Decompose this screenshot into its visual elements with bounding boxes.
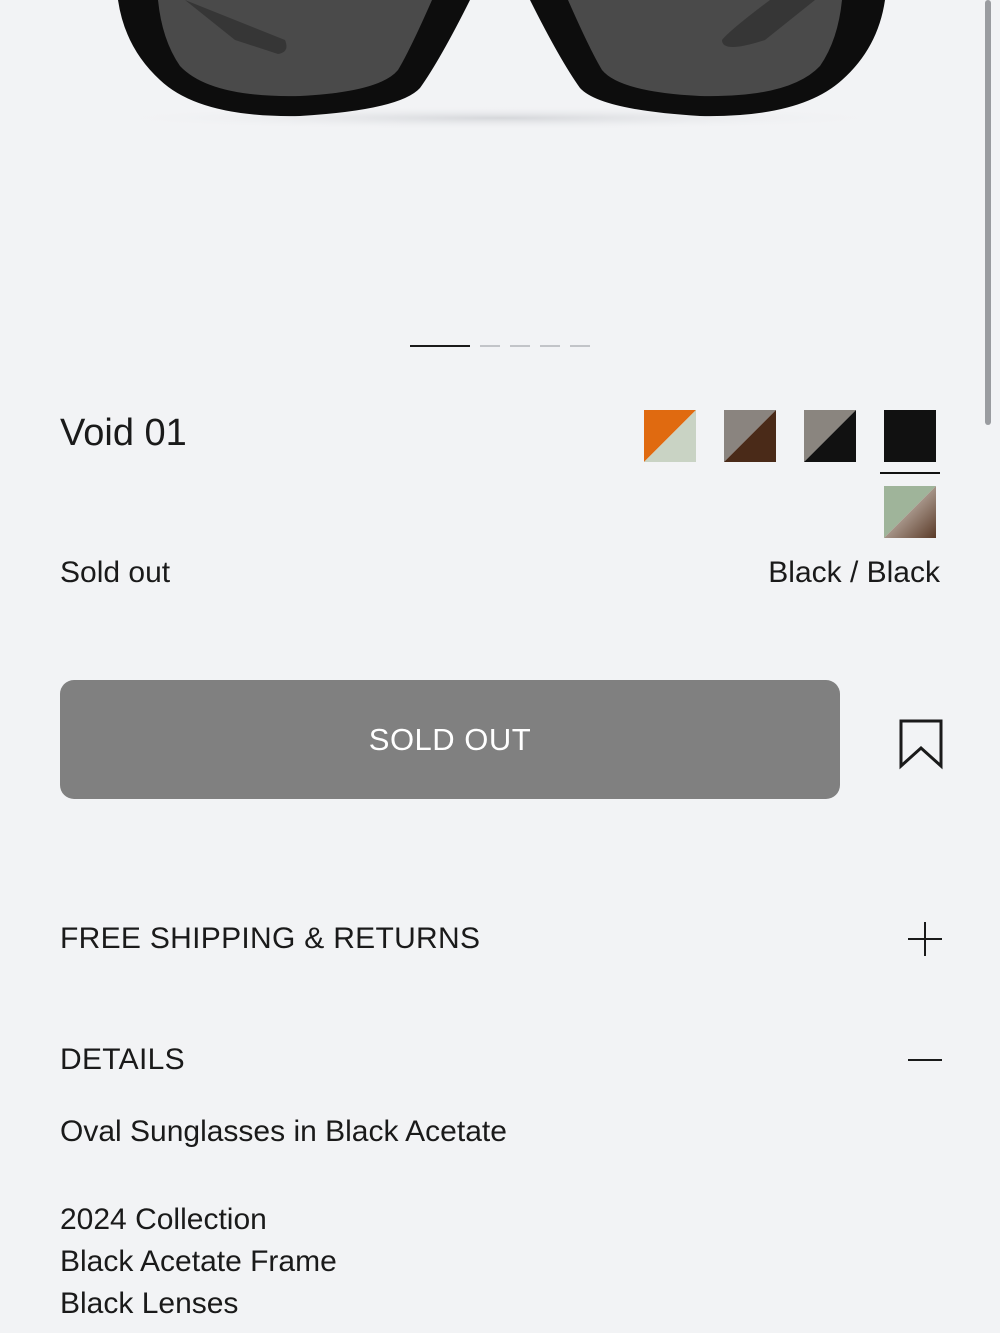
details-line: Black Lenses xyxy=(60,1287,239,1320)
swatch-black[interactable] xyxy=(880,408,940,474)
gallery-dot-3[interactable] xyxy=(510,345,530,347)
gallery-dot-5[interactable] xyxy=(570,345,590,347)
sunglasses-image xyxy=(100,0,900,130)
gallery-pagination[interactable] xyxy=(410,345,590,347)
selected-color-name: Black / Black xyxy=(768,556,940,589)
grey-black-swatch-icon xyxy=(804,410,856,462)
swatch-grey-brown[interactable] xyxy=(722,408,778,464)
bookmark-icon[interactable] xyxy=(898,718,944,770)
scrollbar[interactable] xyxy=(985,0,991,425)
details-line: 2024 Collection xyxy=(60,1203,267,1236)
plus-icon[interactable] xyxy=(908,922,942,956)
minus-icon[interactable] xyxy=(908,1043,942,1077)
stock-status: Sold out xyxy=(60,556,171,589)
gallery-dot-4[interactable] xyxy=(540,345,560,347)
grey-brown-swatch-icon xyxy=(724,410,776,462)
shipping-accordion[interactable]: FREE SHIPPING & RETURNS xyxy=(60,922,942,956)
details-accordion[interactable]: DETAILS xyxy=(60,1043,942,1077)
product-title: Void 01 xyxy=(60,412,187,454)
swatch-orange[interactable] xyxy=(642,408,698,464)
product-description: Oval Sunglasses in Black Acetate xyxy=(60,1115,507,1148)
shipping-accordion-label: FREE SHIPPING & RETURNS xyxy=(60,922,481,955)
details-accordion-label: DETAILS xyxy=(60,1043,185,1076)
orange-swatch-icon xyxy=(644,410,696,462)
swatch-grey-black[interactable] xyxy=(802,408,858,464)
black-swatch-icon xyxy=(884,410,936,462)
sage-brown-swatch-icon xyxy=(884,486,936,538)
sold-out-button[interactable]: SOLD OUT xyxy=(60,680,840,799)
swatch-sage-brown[interactable] xyxy=(882,484,938,540)
product-image-gallery[interactable] xyxy=(0,0,1000,370)
details-list: 2024 Collection Black Acetate Frame Blac… xyxy=(60,1199,337,1325)
gallery-dot-1[interactable] xyxy=(410,345,470,347)
gallery-dot-2[interactable] xyxy=(480,345,500,347)
details-line: Black Acetate Frame xyxy=(60,1245,337,1278)
